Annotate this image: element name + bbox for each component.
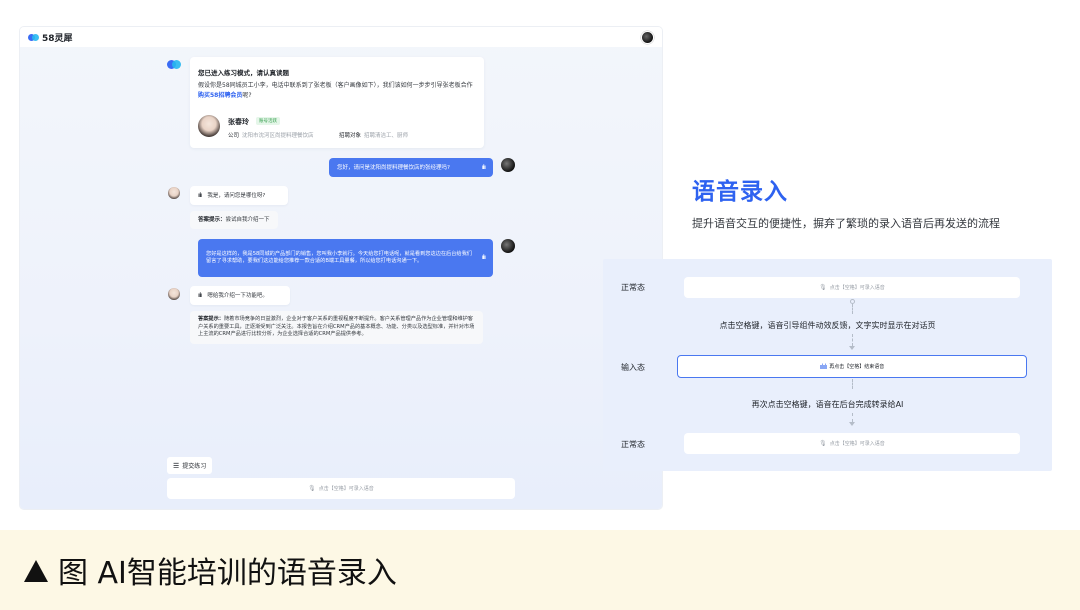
app-logo[interactable]: 58灵犀 <box>28 31 73 44</box>
state-label-normal: 正常态 <box>621 440 645 449</box>
flow-connector-line <box>852 304 853 314</box>
flow-step-text: 点击空格键，语音引导组件动效反馈，文字实时显示在对话页 <box>719 321 936 330</box>
app-header: 58灵犀 <box>20 27 662 47</box>
document-icon: ☰ <box>173 461 180 470</box>
voice-wave-icon[interactable]: ıılıı <box>482 254 486 262</box>
microphone-icon: 🎙 <box>308 485 316 492</box>
flow-connector-line <box>852 413 853 422</box>
customer-avatar-small <box>168 288 180 300</box>
flow-arrow-icon <box>849 346 855 350</box>
answer-hint: 答案提示：随着市场竞争的日益激烈，企业对于客户关系的重视程度不断提升。客户关系管… <box>190 311 483 344</box>
figure-caption: 图 AI智能培训的语音录入 <box>0 530 1080 610</box>
voice-wave-icon[interactable]: ıılıı <box>482 164 486 172</box>
account-avatar[interactable] <box>641 30 654 44</box>
state-label-normal: 正常态 <box>621 283 645 292</box>
customer-recruit: 招聘对象 招聘清洁工、厨师 <box>339 133 409 139</box>
voice-input-bar[interactable]: 🎙 点击【空格】可录入语音 <box>167 478 515 499</box>
feature-title: 语音录入 <box>692 179 788 205</box>
flow-arrow-icon <box>849 422 855 426</box>
answer-hint: 答案提示： 尝试自我介绍一下 <box>190 211 278 229</box>
intro-title: 您已进入练习模式，请认真读题 <box>198 69 289 77</box>
flow-step-text: 再次点击空格键，语音在后台完成转录给AI <box>751 400 904 409</box>
purchase-link[interactable]: 购买58招聘会员 <box>198 92 242 99</box>
flow-connector-line <box>852 334 853 346</box>
customer-message-bubble: ıılıı 嗯给我介绍一下功能吧。 <box>190 286 290 305</box>
assistant-logo-icon <box>167 58 181 70</box>
customer-message-bubble: ıılıı 我是，请问您是哪位呀? <box>190 186 288 205</box>
user-message-bubble: 您好是这样的，我是58同城的产品部门的销售，您叫我小李就行。今天给您打电话呢，就… <box>198 239 493 277</box>
app-window: 58灵犀 您已进入练习模式，请认真读题 假设你是58同城员工小李，电话中联系到了… <box>20 27 662 509</box>
voice-wave-icon: ıılıılı <box>819 362 828 371</box>
practice-intro-card: 您已进入练习模式，请认真读题 假设你是58同城员工小李，电话中联系到了张老板（客… <box>190 57 484 148</box>
microphone-icon: 🎙 <box>819 284 827 291</box>
intro-text: 假设你是58同城员工小李，电话中联系到了张老板（客户画像如下），我们该如何一步步… <box>198 82 473 99</box>
feature-subtitle: 提升语音交互的便捷性，摒弃了繁琐的录入语音后再发送的流程 <box>692 217 1000 230</box>
state-label-input: 输入态 <box>621 363 645 372</box>
state-bar-input[interactable]: ıılıılı 再点击【空格】结束语音 <box>677 355 1027 378</box>
state-bar-normal[interactable]: 🎙 点击【空格】可录入语音 <box>684 277 1020 298</box>
triangle-icon <box>24 560 48 582</box>
logo-text: 58灵犀 <box>42 33 73 44</box>
state-bar-normal[interactable]: 🎙 点击【空格】可录入语音 <box>684 433 1020 454</box>
flow-connector-line <box>852 379 853 389</box>
customer-avatar-small <box>168 187 180 199</box>
customer-name: 张春玲 <box>228 118 249 126</box>
user-avatar <box>501 239 515 253</box>
voice-wave-icon[interactable]: ıılıı <box>198 192 202 200</box>
logo-icon <box>28 33 39 42</box>
microphone-icon: 🎙 <box>819 440 827 447</box>
caption-text: 图 AI智能培训的语音录入 <box>58 556 397 591</box>
user-message-bubble: 您好，请问是沈阳尚提料理餐饮店的张经理吗? ıılıı <box>329 158 493 177</box>
customer-avatar <box>198 115 220 137</box>
status-badge: 账号活跃 <box>256 117 280 125</box>
voice-wave-icon[interactable]: ıılıı <box>198 292 202 300</box>
submit-practice-button[interactable]: ☰ 提交练习 <box>167 457 213 474</box>
user-avatar <box>501 158 515 172</box>
state-flow-diagram: 正常态 🎙 点击【空格】可录入语音 点击空格键，语音引导组件动效反馈，文字实时显… <box>603 259 1052 471</box>
customer-company: 公司 沈阳市沈河区尚提料理餐饮店 <box>228 133 314 139</box>
